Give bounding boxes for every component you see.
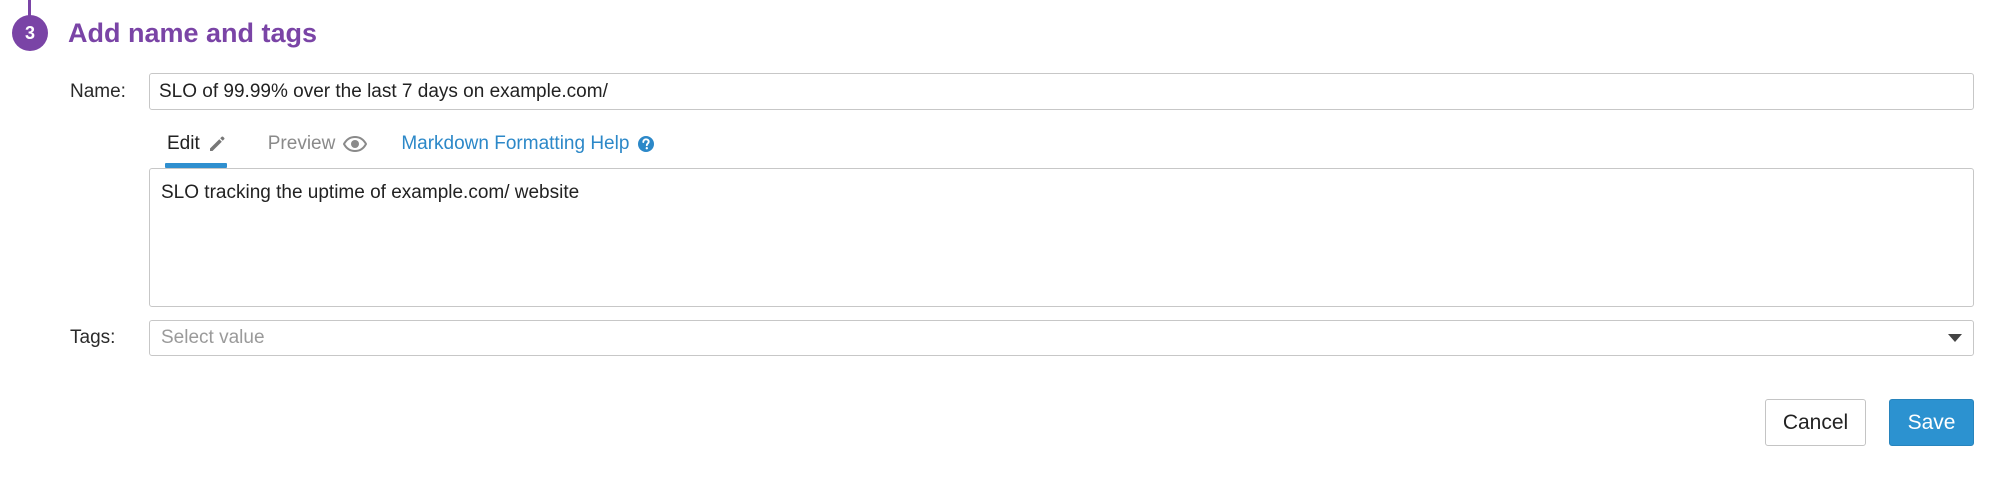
markdown-help-label: Markdown Formatting Help bbox=[401, 133, 630, 154]
markdown-help-link[interactable]: Markdown Formatting Help bbox=[401, 128, 655, 168]
description-textarea[interactable]: SLO tracking the uptime of example.com/ … bbox=[149, 168, 1974, 307]
step-number: 3 bbox=[24, 22, 35, 43]
step-connector-line bbox=[28, 0, 31, 16]
step-number-badge: 3 bbox=[12, 15, 48, 51]
tab-edit-label: Edit bbox=[167, 133, 200, 154]
eye-icon bbox=[343, 128, 368, 160]
pencil-icon bbox=[208, 128, 226, 160]
question-circle-icon bbox=[637, 128, 655, 160]
name-label: Name: bbox=[70, 81, 126, 102]
tags-select[interactable]: Select value bbox=[149, 320, 1974, 356]
tags-placeholder: Select value bbox=[161, 327, 265, 348]
tab-edit[interactable]: Edit bbox=[147, 128, 246, 168]
caret-down-icon[interactable] bbox=[1948, 333, 1962, 343]
description-tabs: Edit Preview Markdown Formatting Help bbox=[149, 128, 655, 168]
section-title: Add name and tags bbox=[68, 18, 318, 48]
tags-label: Tags: bbox=[70, 327, 116, 348]
name-input[interactable] bbox=[149, 73, 1974, 110]
save-button[interactable]: Save bbox=[1889, 399, 1974, 446]
tab-preview[interactable]: Preview bbox=[268, 128, 368, 168]
cancel-button[interactable]: Cancel bbox=[1765, 399, 1866, 446]
tab-preview-label: Preview bbox=[267, 133, 336, 154]
